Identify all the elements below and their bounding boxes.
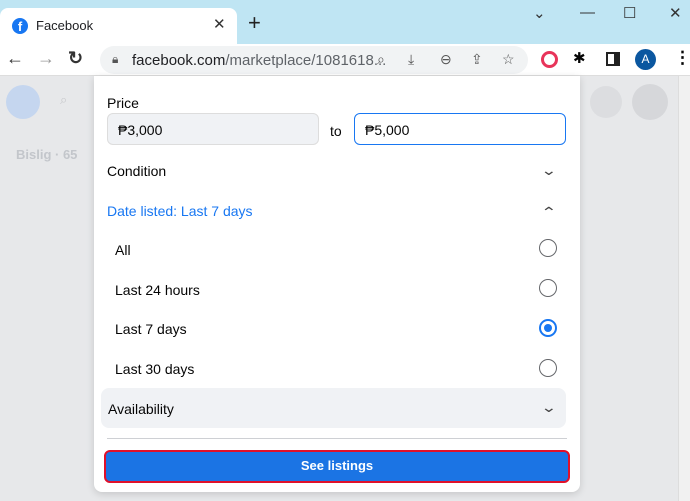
chevron-down-icon: ⌄ <box>540 399 558 415</box>
new-tab-button[interactable]: + <box>248 10 261 36</box>
close-window-icon[interactable]: ✕ <box>669 4 682 22</box>
extension-icon[interactable] <box>541 51 558 68</box>
maximize-icon[interactable]: ☐ <box>623 4 636 22</box>
max-price-input[interactable]: ₱5,000 <box>354 113 566 145</box>
search-icon[interactable]: ⌕ <box>377 51 385 68</box>
option-all-label[interactable]: All <box>115 242 131 258</box>
back-icon[interactable]: ← <box>6 48 24 69</box>
chevron-up-icon[interactable]: ⌃ <box>541 204 557 221</box>
bookmark-star-icon[interactable]: ☆ <box>502 51 515 68</box>
availability-label: Availability <box>108 401 174 417</box>
location-label: Bislig · 65 <box>16 147 78 162</box>
tab-facebook[interactable]: f Facebook ✕ <box>0 8 237 44</box>
option-7d-label[interactable]: Last 7 days <box>115 321 187 337</box>
radio-30d[interactable] <box>539 359 557 377</box>
profile-avatar[interactable]: A <box>635 49 656 70</box>
browser-toolbar: ← → ↻ 🔒︎ facebook.com/marketplace/108161… <box>0 44 690 76</box>
forward-icon[interactable]: → <box>37 48 55 69</box>
availability-section[interactable]: Availability ⌄ <box>101 388 566 428</box>
facebook-logo-icon <box>6 85 40 119</box>
close-tab-icon[interactable]: ✕ <box>213 15 226 33</box>
radio-7d[interactable] <box>539 319 557 337</box>
price-label: Price <box>107 95 139 111</box>
date-listed-label[interactable]: Date listed: Last 7 days <box>107 203 253 219</box>
option-30d-label[interactable]: Last 30 days <box>115 361 194 377</box>
radio-all[interactable] <box>539 239 557 257</box>
extensions-puzzle-icon[interactable]: ✱ <box>573 49 586 67</box>
option-24h-label[interactable]: Last 24 hours <box>115 282 200 298</box>
address-bar[interactable]: 🔒︎ facebook.com/marketplace/1081618... ⌕… <box>100 46 528 74</box>
scrollbar[interactable] <box>678 76 690 501</box>
notifications-icon <box>590 86 622 118</box>
minimize-icon[interactable]: — <box>580 4 595 21</box>
to-label: to <box>330 123 342 139</box>
share-icon[interactable]: ⇪ <box>471 51 483 68</box>
tab-search-icon[interactable]: ⌄ <box>533 4 546 22</box>
chevron-down-icon[interactable]: ⌄ <box>541 162 557 179</box>
install-icon[interactable]: ⤓ <box>408 51 414 68</box>
tab-title: Facebook <box>36 18 94 33</box>
filter-panel: Price ₱3,000 to ₱5,000 Condition ⌄ Date … <box>94 76 580 492</box>
tab-bar: f Facebook ✕ + ⌄ — ☐ ✕ <box>0 0 690 44</box>
divider <box>107 438 567 439</box>
min-price-input[interactable]: ₱3,000 <box>107 113 319 145</box>
reload-icon[interactable]: ↻ <box>68 48 83 69</box>
lock-icon: 🔒︎ <box>112 52 119 66</box>
facebook-favicon-icon: f <box>12 18 28 34</box>
see-listings-button[interactable]: See listings <box>104 450 570 483</box>
url-text: facebook.com/marketplace/1081618... <box>132 52 387 69</box>
radio-24h[interactable] <box>539 279 557 297</box>
search-icon: ⌕ <box>60 92 68 107</box>
avatar <box>632 84 668 120</box>
side-panel-icon[interactable] <box>606 52 620 66</box>
zoom-icon[interactable]: ⊖ <box>440 51 452 68</box>
menu-icon[interactable]: ⋮ <box>674 48 690 68</box>
condition-label[interactable]: Condition <box>107 163 166 179</box>
